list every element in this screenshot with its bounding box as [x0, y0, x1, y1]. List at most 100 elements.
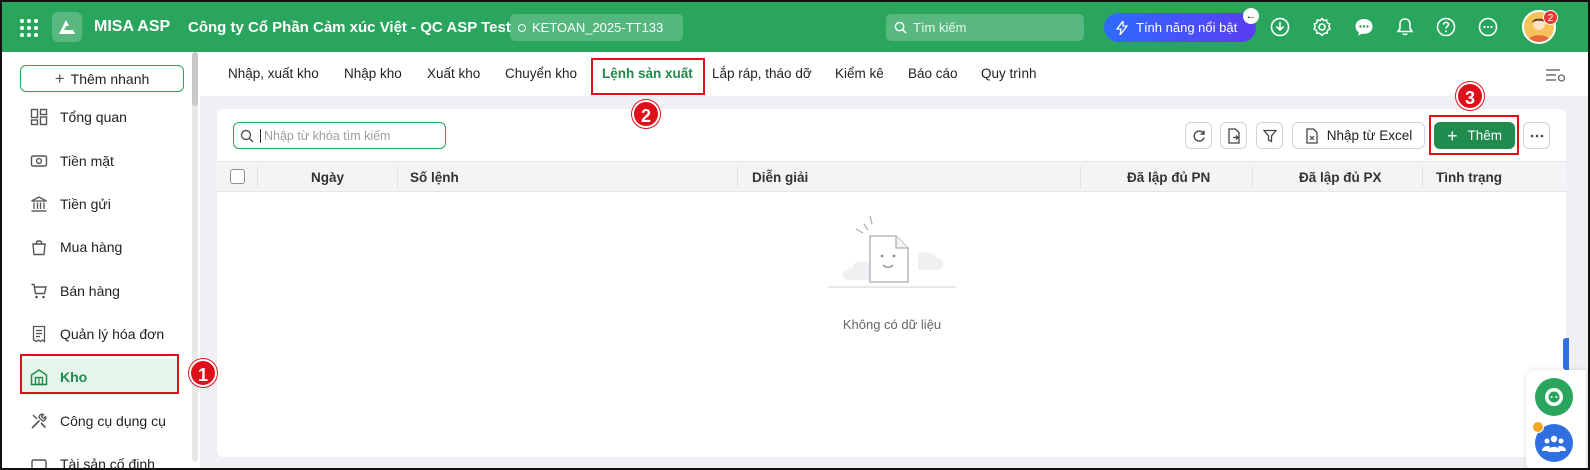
chat-bubble-icon	[1545, 388, 1563, 406]
invoice-icon	[32, 325, 46, 343]
column-header-da-lap-du-px[interactable]: Đã lập đủ PX	[1299, 170, 1382, 185]
app-window: MISA ASP Công ty Cổ Phần Cảm xúc Việt - …	[0, 0, 1590, 470]
database-status-icon	[518, 23, 526, 32]
quick-add-label: Thêm nhanh	[70, 70, 150, 87]
search-icon	[240, 129, 254, 142]
search-icon	[894, 21, 907, 34]
cash-icon	[30, 155, 48, 167]
sidebar-item-label: Tiền gửi	[60, 196, 111, 212]
bell-icon[interactable]	[1395, 17, 1415, 37]
empty-state-text: Không có dữ liệu	[842, 317, 942, 332]
bank-icon	[31, 196, 47, 212]
lightning-icon	[1116, 20, 1128, 35]
filter-button[interactable]	[1256, 122, 1283, 149]
column-header-da-lap-du-pn[interactable]: Đã lập đủ PN	[1127, 170, 1210, 185]
sidebar-item-ban-hang[interactable]: Bán hàng	[22, 273, 178, 309]
annotation-step-1: 1	[189, 359, 217, 387]
select-all-checkbox[interactable]	[230, 169, 245, 184]
export-button[interactable]	[1220, 122, 1247, 149]
sidebar-scrollbar[interactable]	[192, 52, 198, 462]
column-header-dien-giai[interactable]: Diễn giải	[752, 170, 808, 185]
tab-lap-rap-thao-do[interactable]: Lắp ráp, tháo dỡ	[712, 66, 812, 81]
tab-xuat-kho[interactable]: Xuất kho	[427, 66, 480, 81]
column-header-ngay[interactable]: Ngày	[311, 170, 344, 185]
sidebar-item-tien-gui[interactable]: Tiền gửi	[22, 186, 178, 222]
active-tab-indicator	[596, 42, 701, 44]
column-header-so-lenh[interactable]: Số lệnh	[410, 170, 459, 185]
tab-quy-trinh[interactable]: Quy trình	[981, 66, 1037, 81]
plus-icon: +	[54, 69, 65, 88]
featured-label: Tính năng nổi bật	[1136, 20, 1238, 35]
misa-logo	[52, 12, 82, 42]
more-icon[interactable]	[1478, 17, 1498, 37]
sidebar-item-mua-hang[interactable]: Mua hàng	[22, 229, 178, 265]
search-placeholder: Nhập từ khóa tìm kiếm	[264, 128, 391, 143]
database-name: KETOAN_2025-TT133	[532, 20, 664, 35]
annotation-step-2: 2	[632, 100, 660, 128]
column-divider	[1080, 166, 1081, 188]
sidebar-item-label: Công cụ dụng cụ	[60, 413, 166, 429]
chat-icon[interactable]	[1354, 17, 1374, 37]
import-excel-button[interactable]: Nhập từ Excel	[1292, 122, 1425, 149]
sidebar-item-tong-quan[interactable]: Tổng quan	[22, 99, 178, 135]
asset-icon	[31, 459, 47, 468]
quick-add-button[interactable]: + Thêm nhanh	[20, 65, 184, 92]
column-header-tinh-trang[interactable]: Tình trạng	[1436, 170, 1502, 185]
sidebar-item-label: Tiền mặt	[60, 153, 114, 169]
tab-kiem-ke[interactable]: Kiểm kê	[835, 66, 884, 81]
annotation-step-3: 3	[1456, 82, 1484, 110]
sidebar-item-label: Tài sản cố định	[60, 456, 155, 470]
side-panel-toggle[interactable]	[1563, 338, 1569, 370]
widget-status-dot	[1532, 421, 1544, 433]
table-header: Ngày Số lệnh Diễn giải Đã lập đủ PN Đã l…	[217, 161, 1566, 192]
refresh-button[interactable]	[1185, 122, 1212, 149]
sidebar-item-label: Quản lý hóa đơn	[60, 326, 165, 342]
more-dots-icon	[1530, 134, 1543, 137]
more-options-button[interactable]	[1523, 122, 1550, 149]
support-chat-button[interactable]	[1535, 378, 1573, 416]
column-divider	[397, 166, 398, 188]
text-cursor	[260, 128, 261, 143]
export-file-icon	[1227, 127, 1240, 144]
tab-nhap-xuat-kho[interactable]: Nhập, xuất kho	[228, 66, 319, 81]
database-selector[interactable]: KETOAN_2025-TT133	[510, 14, 683, 41]
module-tabs: Nhập, xuất kho Nhập kho Xuất kho Chuyển …	[200, 52, 1588, 96]
settings-icon[interactable]	[1312, 17, 1332, 37]
excel-file-icon	[1306, 127, 1318, 144]
top-bar: MISA ASP Công ty Cổ Phần Cảm xúc Việt - …	[2, 2, 1588, 52]
tab-nhap-kho[interactable]: Nhập kho	[344, 66, 402, 81]
empty-document-icon	[828, 215, 956, 288]
sidebar-item-label: Tổng quan	[60, 109, 127, 125]
global-search-placeholder: Tìm kiếm	[913, 20, 967, 35]
annotation-highlight-kho	[20, 354, 179, 394]
filter-icon	[1262, 129, 1277, 143]
sidebar-item-tai-san-co-dinh[interactable]: Tài sản cố định	[22, 446, 178, 470]
help-icon[interactable]	[1436, 17, 1456, 37]
sidebar: + Thêm nhanh Tổng quan Tiền mặt Tiền gửi…	[2, 52, 200, 470]
global-search-input[interactable]: Tìm kiếm	[886, 14, 1084, 41]
download-icon[interactable]	[1270, 17, 1290, 37]
annotation-highlight-lenh-san-xuat	[591, 58, 705, 95]
column-divider	[1252, 166, 1253, 188]
sidebar-item-cong-cu-dung-cu[interactable]: Công cụ dụng cụ	[22, 403, 178, 439]
tab-settings-icon[interactable]	[1545, 68, 1567, 84]
tab-chuyen-kho[interactable]: Chuyển kho	[505, 66, 577, 81]
column-divider	[737, 166, 738, 188]
collapse-arrow-icon[interactable]: ←	[1243, 8, 1259, 24]
sidebar-item-quan-ly-hoa-don[interactable]: Quản lý hóa đơn	[22, 316, 178, 352]
sidebar-item-label: Mua hàng	[60, 239, 123, 255]
tab-bao-cao[interactable]: Báo cáo	[908, 66, 958, 81]
sidebar-item-tien-mat[interactable]: Tiền mặt	[22, 143, 178, 179]
cart-icon	[31, 283, 47, 299]
company-name[interactable]: Công ty Cổ Phần Cảm xúc Việt - QC ASP Te…	[188, 19, 511, 36]
shopping-bag-icon	[32, 240, 46, 256]
tools-icon	[31, 413, 47, 429]
column-divider	[1422, 166, 1423, 188]
apps-grid-icon[interactable]	[20, 19, 38, 37]
sidebar-item-label: Bán hàng	[60, 283, 120, 299]
people-icon	[1542, 435, 1566, 452]
search-input[interactable]: Nhập từ khóa tìm kiếm	[233, 122, 446, 149]
featured-button[interactable]: Tính năng nổi bật	[1104, 13, 1256, 42]
refresh-icon	[1193, 129, 1205, 142]
app-name: MISA ASP	[94, 18, 171, 35]
